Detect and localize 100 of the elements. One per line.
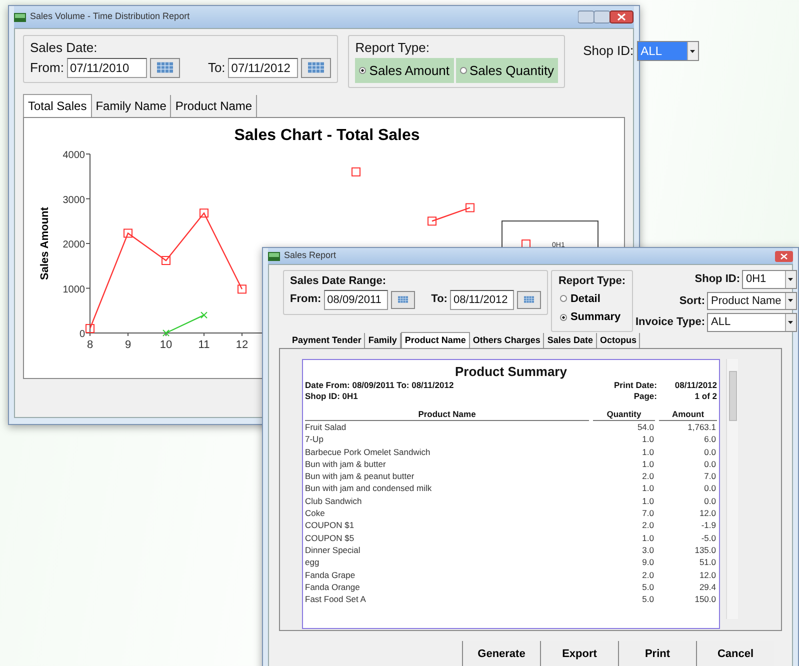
table-cell-text: 7.0 bbox=[641, 507, 655, 520]
date-field[interactable]: 07/11/2012 bbox=[228, 58, 298, 78]
field-label: To: bbox=[431, 292, 448, 308]
group-label: Sales Date: bbox=[30, 39, 98, 57]
tick-label: 2000 bbox=[62, 240, 85, 250]
dropdown[interactable]: ALL bbox=[636, 41, 699, 61]
table-cell-text: 2.0 bbox=[641, 568, 655, 581]
report-text: Page: bbox=[632, 391, 657, 402]
table-cell-text: COUPON $1 bbox=[305, 519, 356, 532]
data-point bbox=[200, 208, 208, 218]
field-label: To: bbox=[208, 58, 226, 77]
tick-label: 10 bbox=[160, 339, 172, 351]
window-title: Sales Volume - Time Distribution Report bbox=[30, 10, 190, 24]
chart-title: Sales Chart - Total Sales bbox=[234, 127, 420, 144]
table-cell-text: 5.0 bbox=[641, 593, 655, 606]
app-icon bbox=[268, 252, 280, 260]
dropdown-arrow-icon bbox=[788, 299, 794, 302]
table-cell-text: 1.0 bbox=[641, 532, 655, 544]
table-cell-text: 12.0 bbox=[698, 568, 717, 581]
date-field[interactable]: 08/09/2011 bbox=[324, 290, 388, 310]
tick-label: 11 bbox=[198, 339, 210, 351]
window-title: Sales Report bbox=[284, 249, 336, 262]
table-cell-text: 0.0 bbox=[703, 482, 717, 495]
table-cell-text: Bun with jam & butter bbox=[305, 458, 387, 470]
data-point bbox=[162, 256, 170, 265]
tab[interactable]: Total Sales bbox=[23, 94, 92, 117]
table-cell-text: Fruit Salad bbox=[305, 421, 348, 434]
field-label: From: bbox=[30, 58, 64, 77]
table-cell-text: 150.0 bbox=[694, 593, 717, 606]
report-text: 08/11/2012 bbox=[674, 380, 717, 391]
table-cell-text: 1.0 bbox=[641, 482, 655, 495]
dropdown[interactable]: ALL bbox=[706, 313, 797, 332]
data-point bbox=[162, 330, 170, 336]
table-cell-text: 1.0 bbox=[641, 446, 655, 458]
field-label: Shop ID: bbox=[583, 42, 634, 60]
table-cell-text: 7-Up bbox=[305, 433, 324, 446]
tick-label: 8 bbox=[86, 339, 94, 351]
group-label: Report Type: bbox=[355, 39, 430, 57]
radio-option[interactable]: Summary bbox=[558, 308, 623, 326]
radio-option[interactable]: Detail bbox=[558, 290, 602, 308]
table-cell-text: 3.0 bbox=[641, 544, 655, 556]
table-cell-text: 1.0 bbox=[641, 433, 655, 446]
tick-label: 0 bbox=[79, 329, 85, 340]
report-text: Date From: 08/09/2011 To: 08/11/2012 bbox=[305, 380, 455, 391]
table-cell-text: 51.0 bbox=[698, 556, 717, 569]
tick-label: 1000 bbox=[62, 284, 85, 296]
table-cell-text: 1,763.1 bbox=[686, 421, 717, 434]
field-label: Sort: bbox=[679, 294, 705, 308]
date-field[interactable]: 08/11/2012 bbox=[450, 290, 514, 310]
table-cell-text: Fanda Orange bbox=[305, 580, 361, 594]
table-cell-text: 2.0 bbox=[641, 519, 655, 532]
dropdown[interactable]: Product Name bbox=[706, 292, 797, 310]
field-label: From: bbox=[290, 292, 322, 308]
calendar-button[interactable] bbox=[517, 290, 542, 308]
dropdown-arrow-icon bbox=[690, 50, 696, 52]
calendar-icon bbox=[308, 61, 324, 74]
data-point bbox=[200, 312, 208, 319]
column-header: Amount bbox=[659, 408, 717, 421]
radio-option[interactable]: Sales Amount bbox=[355, 58, 454, 83]
calendar-button[interactable] bbox=[391, 290, 416, 308]
table-cell-text: egg bbox=[305, 556, 320, 569]
axis-title: Sales Amount bbox=[39, 207, 51, 280]
tick-label: 9 bbox=[124, 339, 132, 351]
tab[interactable]: Product Name bbox=[400, 332, 470, 348]
window-controls-icon bbox=[578, 10, 634, 24]
table-cell-text: 6.0 bbox=[703, 433, 717, 446]
column-header: Product Name bbox=[305, 408, 589, 421]
data-point bbox=[86, 324, 94, 334]
scrollbar[interactable] bbox=[726, 359, 738, 619]
report-text: Print Date: bbox=[613, 380, 657, 391]
dropdown-arrow-icon bbox=[788, 320, 794, 324]
table-cell-text: 1.0 bbox=[641, 494, 655, 508]
radio-option[interactable]: Sales Quantity bbox=[456, 58, 558, 83]
calendar-button[interactable] bbox=[301, 58, 332, 78]
table-cell-text: 0.0 bbox=[703, 446, 717, 458]
table-cell-text: Coke bbox=[305, 507, 326, 520]
date-field[interactable]: 07/11/2010 bbox=[66, 58, 147, 78]
field-label: Invoice Type: bbox=[636, 315, 705, 330]
data-point bbox=[428, 216, 436, 226]
column-header: Quantity bbox=[593, 408, 655, 421]
table-cell-text: 5.0 bbox=[641, 580, 655, 594]
data-point bbox=[466, 203, 474, 212]
calendar-button[interactable] bbox=[150, 58, 180, 78]
table-cell-text: Fast Food Set A bbox=[305, 593, 367, 606]
group-label: Sales Date Range: bbox=[290, 274, 387, 289]
tick-label: 12 bbox=[236, 339, 248, 351]
table-cell-text: 0.0 bbox=[703, 458, 717, 470]
table-cell-text: 7.0 bbox=[703, 470, 717, 482]
dropdown[interactable]: 0H1 bbox=[742, 270, 797, 288]
table-cell-text: 0.0 bbox=[703, 494, 717, 508]
table-cell-text: Fanda Grape bbox=[305, 568, 356, 581]
table-cell-text: -5.0 bbox=[700, 532, 717, 544]
table-cell-text: 12.0 bbox=[698, 507, 717, 520]
tick-label: 3000 bbox=[62, 194, 85, 206]
table-cell-text: 54.0 bbox=[636, 421, 655, 434]
table-cell-text: Club Sandwich bbox=[305, 494, 363, 508]
dropdown-arrow-icon bbox=[788, 278, 794, 281]
table-cell-text: -1.9 bbox=[700, 519, 717, 532]
report-text: 1 of 2 bbox=[694, 391, 717, 402]
tick-label: 4000 bbox=[62, 150, 85, 161]
